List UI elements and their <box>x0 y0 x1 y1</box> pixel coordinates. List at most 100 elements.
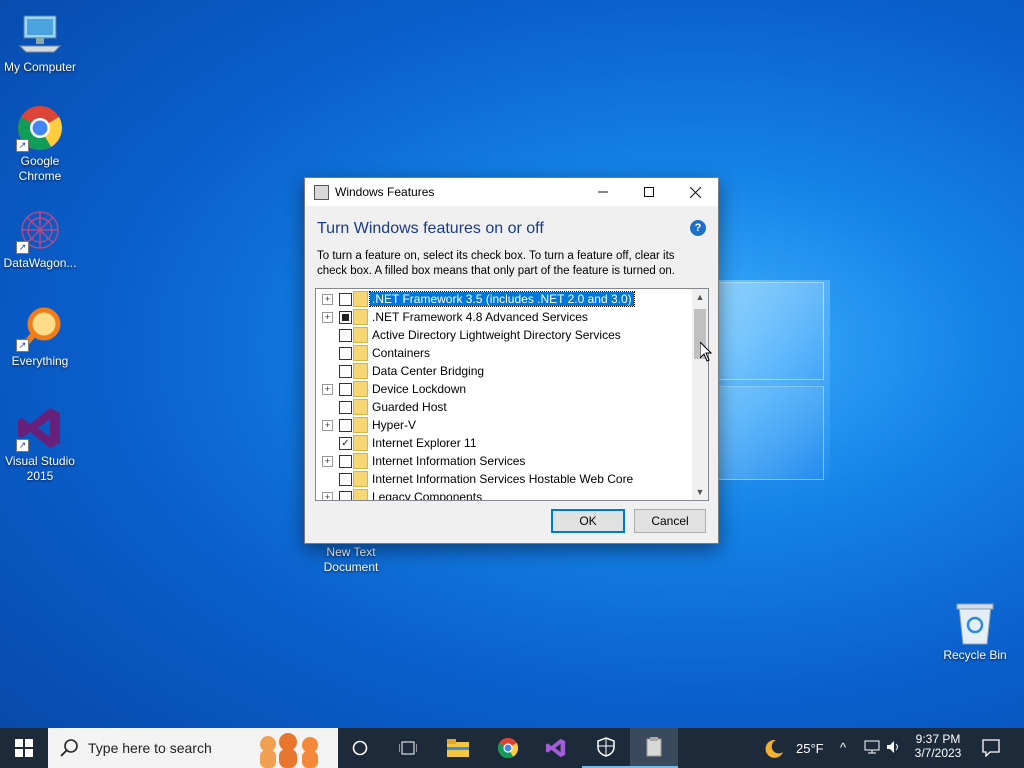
features-tree[interactable]: + .NET Framework 3.5 (includes .NET 2.0 … <box>315 288 709 501</box>
feature-checkbox[interactable] <box>339 454 352 468</box>
feature-label: Legacy Components <box>372 490 483 501</box>
feature-row[interactable]: Active Directory Lightweight Directory S… <box>316 326 692 344</box>
folder-icon <box>353 381 368 397</box>
chevron-up-icon[interactable]: ^ <box>840 740 846 755</box>
folder-icon <box>353 291 368 307</box>
taskbar-search-box[interactable]: Type here to search <box>48 728 338 768</box>
feature-checkbox[interactable] <box>339 418 352 432</box>
chrome-taskbar-icon <box>497 737 519 759</box>
feature-label: Hyper-V <box>372 418 417 432</box>
feature-checkbox[interactable] <box>339 364 352 378</box>
help-icon[interactable]: ? <box>690 220 706 236</box>
notifications-icon[interactable] <box>982 739 1000 760</box>
folder-icon <box>353 435 368 451</box>
feature-checkbox[interactable] <box>339 400 352 414</box>
feature-row[interactable]: + .NET Framework 4.8 Advanced Services <box>316 308 692 326</box>
task-view-button[interactable] <box>384 728 432 768</box>
expand-icon[interactable]: + <box>322 293 333 305</box>
start-button[interactable] <box>0 728 48 768</box>
search-highlight-illustration-icon <box>260 733 318 768</box>
shield-icon <box>597 737 615 757</box>
search-placeholder: Type here to search <box>88 740 212 756</box>
taskbar: Type here to search 25°F ^ 9:37 PM 3/7/2… <box>0 728 1024 768</box>
desktop-icon-new-text-document[interactable]: New Text Document <box>311 545 391 575</box>
speaker-icon[interactable] <box>886 740 902 757</box>
security-taskbar-button[interactable] <box>582 728 630 768</box>
windows-features-taskbar-button[interactable] <box>630 728 678 768</box>
feature-label: Internet Information Services <box>372 454 526 468</box>
shortcut-arrow-icon: ↗ <box>16 139 29 152</box>
desktop-icon-label: My Computer <box>3 60 77 74</box>
ok-button[interactable]: OK <box>551 509 625 533</box>
scroll-down-arrow-icon[interactable]: ▼ <box>692 484 708 500</box>
shortcut-arrow-icon: ↗ <box>16 339 29 352</box>
desktop-icon-everything[interactable]: ↗ Everything <box>0 304 80 369</box>
windows-features-taskbar-icon <box>646 737 662 757</box>
visual-studio-icon: ↗ <box>16 404 64 452</box>
title-bar[interactable]: Windows Features <box>305 178 718 206</box>
folder-icon <box>353 363 368 379</box>
file-explorer-button[interactable] <box>434 728 482 768</box>
minimize-button[interactable] <box>580 178 626 206</box>
feature-checkbox-checked[interactable]: ✓ <box>339 436 352 450</box>
desktop-icon-label: DataWagon... <box>3 256 77 270</box>
expand-icon[interactable]: + <box>322 419 333 431</box>
feature-row[interactable]: + Hyper-V <box>316 416 692 434</box>
feature-checkbox[interactable] <box>339 472 352 486</box>
close-button[interactable] <box>672 178 718 206</box>
windows-logo-icon <box>15 739 33 757</box>
feature-row[interactable]: ✓ Internet Explorer 11 <box>316 434 692 452</box>
feature-checkbox[interactable] <box>339 382 352 396</box>
feature-checkbox[interactable] <box>339 346 352 360</box>
folder-icon <box>353 345 368 361</box>
scroll-up-arrow-icon[interactable]: ▲ <box>692 289 708 305</box>
desktop-icon-recycle-bin[interactable]: Recycle Bin <box>935 602 1015 663</box>
chrome-taskbar-button[interactable] <box>484 728 532 768</box>
weather-moon-icon[interactable] <box>762 738 784 761</box>
desktop-icon-visual-studio[interactable]: ↗ Visual Studio 2015 <box>0 404 80 484</box>
computer-icon <box>16 10 64 58</box>
network-icon[interactable] <box>864 740 880 757</box>
shortcut-arrow-icon: ↗ <box>16 241 29 254</box>
feature-row[interactable]: + Legacy Components <box>316 488 692 501</box>
feature-checkbox[interactable] <box>339 292 352 306</box>
feature-row[interactable]: + Internet Information Services <box>316 452 692 470</box>
desktop-icon-datawagon[interactable]: ↗ DataWagon... <box>0 206 80 271</box>
folder-icon <box>353 417 368 433</box>
windows-features-dialog: Windows Features Turn Windows features o… <box>304 177 719 544</box>
feature-row[interactable]: Internet Information Services Hostable W… <box>316 470 692 488</box>
feature-checkbox[interactable] <box>339 490 352 500</box>
expand-icon[interactable]: + <box>322 383 333 395</box>
desktop-icon-google-chrome[interactable]: ↗ Google Chrome <box>0 104 80 184</box>
dialog-heading: Turn Windows features on or off <box>317 220 544 237</box>
feature-row[interactable]: Containers <box>316 344 692 362</box>
feature-row[interactable]: Data Center Bridging <box>316 362 692 380</box>
desktop-icon-my-computer[interactable]: My Computer <box>0 10 80 75</box>
vertical-scrollbar[interactable]: ▲ ▼ <box>692 289 708 500</box>
expand-icon[interactable]: + <box>322 311 333 323</box>
desktop-icon-label: Everything <box>11 354 69 368</box>
weather-temperature[interactable]: 25°F <box>796 741 824 756</box>
task-view-cortana-button[interactable] <box>336 728 384 768</box>
expand-icon[interactable]: + <box>322 455 333 467</box>
feature-checkbox[interactable] <box>339 310 352 324</box>
mouse-cursor-icon <box>700 342 712 362</box>
feature-row[interactable]: Guarded Host <box>316 398 692 416</box>
feature-checkbox[interactable] <box>339 328 352 342</box>
visual-studio-taskbar-button[interactable] <box>532 728 580 768</box>
expand-icon[interactable]: + <box>322 491 333 500</box>
cancel-button[interactable]: Cancel <box>634 509 706 533</box>
feature-label: Guarded Host <box>372 400 447 414</box>
datawagon-icon: ↗ <box>16 206 64 254</box>
folder-icon <box>353 489 368 500</box>
maximize-button[interactable] <box>626 178 672 206</box>
magnifier-icon: ↗ <box>16 304 64 352</box>
desktop-icon-label: Recycle Bin <box>943 648 1007 662</box>
recycle-bin-icon <box>955 602 995 646</box>
cortana-circle-icon <box>352 740 368 756</box>
clock[interactable]: 9:37 PM 3/7/2023 <box>908 732 968 760</box>
folder-icon <box>353 453 368 469</box>
folder-icon <box>353 309 368 325</box>
feature-row[interactable]: + Device Lockdown <box>316 380 692 398</box>
feature-row[interactable]: + .NET Framework 3.5 (includes .NET 2.0 … <box>316 290 692 308</box>
